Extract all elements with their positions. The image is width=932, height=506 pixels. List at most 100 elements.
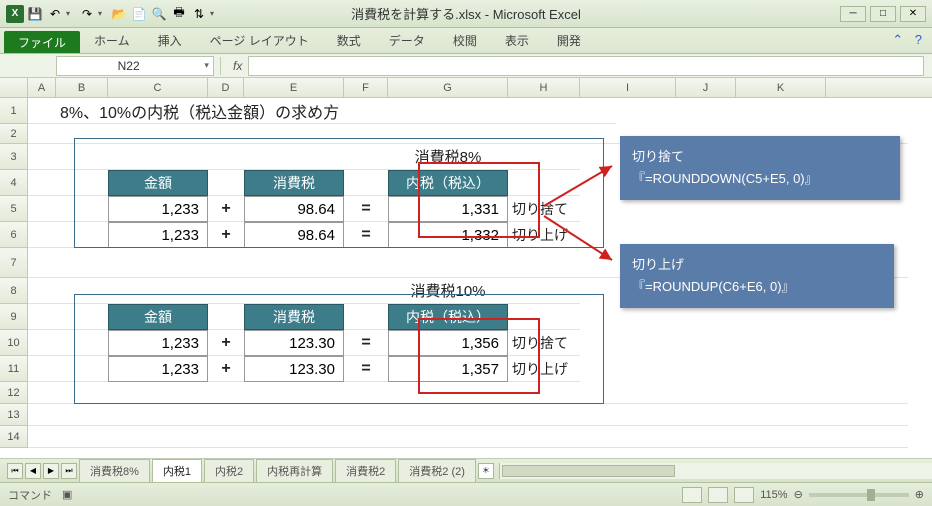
tab-formulas[interactable]: 数式 [323,28,375,53]
cell-plus[interactable]: + [208,196,244,222]
row-header[interactable]: 9 [0,304,28,330]
header-tax[interactable]: 消費税 [244,304,344,330]
sheet-tab[interactable]: 消費税8% [79,459,150,482]
cell-label[interactable]: 切り上げ [508,356,580,382]
sheet-nav-next[interactable]: ▶ [43,463,59,479]
cell-eq[interactable]: = [344,330,388,356]
view-layout-icon[interactable] [708,487,728,503]
qat-undo-icon[interactable]: ↶ [46,5,64,23]
cell-tax[interactable]: 123.30 [244,330,344,356]
cell-plus[interactable]: + [208,222,244,248]
cell[interactable] [56,170,108,196]
row-header[interactable]: 6 [0,222,28,248]
select-all-corner[interactable] [0,78,28,97]
cell-amount[interactable]: 1,233 [108,196,208,222]
col-header-F[interactable]: F [344,78,388,97]
cell-title[interactable]: 8%、10%の内税（税込金額）の求め方 [56,98,616,124]
qat-undo-drop[interactable]: ▾ [66,9,76,18]
cell[interactable] [28,222,56,248]
cell[interactable] [56,304,108,330]
row-header[interactable]: 8 [0,278,28,304]
row-header[interactable]: 13 [0,404,28,426]
row-header[interactable]: 1 [0,98,28,124]
cell[interactable] [208,278,244,304]
cell[interactable] [508,144,580,170]
qat-new-icon[interactable]: 📄 [130,5,148,23]
cell-amount[interactable]: 1,233 [108,330,208,356]
cell[interactable] [208,304,244,330]
cell[interactable] [108,144,208,170]
cell-label[interactable]: 切り上げ [508,222,580,248]
cell-section-title[interactable]: 消費税10% [388,278,508,304]
minimize-button[interactable]: ─ [840,6,866,22]
row-header[interactable]: 5 [0,196,28,222]
cell-incl[interactable]: 1,356 [388,330,508,356]
cell-eq[interactable]: = [344,356,388,382]
cell-amount[interactable]: 1,233 [108,356,208,382]
cell-label[interactable]: 切り捨て [508,330,580,356]
zoom-out-button[interactable]: ⊖ [794,488,803,501]
cell[interactable] [344,170,388,196]
qat-sort-icon[interactable]: ⇅ [190,5,208,23]
fx-icon[interactable]: fx [233,59,242,73]
cell[interactable] [28,196,56,222]
name-box-drop[interactable]: ▾ [200,60,213,71]
cell[interactable] [28,278,56,304]
maximize-button[interactable]: □ [870,6,896,22]
cell-plus[interactable]: + [208,356,244,382]
col-header-C[interactable]: C [108,78,208,97]
sheet-tab[interactable]: 内税再計算 [256,459,333,482]
qat-print-icon[interactable]: 🖶 [170,5,188,23]
tab-data[interactable]: データ [375,28,439,53]
cell[interactable] [56,222,108,248]
cell[interactable] [28,356,56,382]
cell[interactable] [344,278,388,304]
tab-developer[interactable]: 開発 [543,28,595,53]
macro-record-icon[interactable]: ▣ [62,488,72,501]
cell-eq[interactable]: = [344,222,388,248]
cell[interactable] [28,330,56,356]
col-header-H[interactable]: H [508,78,580,97]
cell[interactable] [108,278,208,304]
cell-section-title[interactable]: 消費税8% [388,144,508,170]
cell[interactable] [56,196,108,222]
cell[interactable] [28,404,908,426]
cell[interactable] [244,278,344,304]
col-header-D[interactable]: D [208,78,244,97]
zoom-in-button[interactable]: ⊕ [915,488,924,501]
cell[interactable] [28,144,56,170]
sheet-nav-first[interactable]: ⏮ [7,463,23,479]
cell-tax[interactable]: 98.64 [244,222,344,248]
row-header[interactable]: 14 [0,426,28,448]
sheet-nav-last[interactable]: ⏭ [61,463,77,479]
cell-eq[interactable]: = [344,196,388,222]
cell[interactable] [28,170,56,196]
header-incl[interactable]: 内税（税込） [388,304,508,330]
formula-input[interactable] [248,56,924,76]
cell[interactable] [56,330,108,356]
cell[interactable] [28,304,56,330]
view-break-icon[interactable] [734,487,754,503]
tab-view[interactable]: 表示 [491,28,543,53]
name-box[interactable] [57,59,200,73]
cell[interactable] [344,144,388,170]
sheet-tab[interactable]: 消費税2 (2) [398,459,476,482]
tab-insert[interactable]: 挿入 [144,28,196,53]
col-header-J[interactable]: J [676,78,736,97]
cell[interactable] [56,144,108,170]
cell[interactable] [28,382,908,404]
cell[interactable] [508,304,580,330]
cell-amount[interactable]: 1,233 [108,222,208,248]
qat-redo-drop[interactable]: ▾ [98,9,108,18]
row-header[interactable]: 3 [0,144,28,170]
row-header[interactable]: 10 [0,330,28,356]
cell-incl[interactable]: 1,331 [388,196,508,222]
col-header-B[interactable]: B [56,78,108,97]
row-header[interactable]: 11 [0,356,28,382]
row-header[interactable]: 2 [0,124,28,144]
col-header-E[interactable]: E [244,78,344,97]
close-button[interactable]: ✕ [900,6,926,22]
zoom-slider[interactable] [809,493,909,497]
qat-save-icon[interactable]: 💾 [26,5,44,23]
cell-tax[interactable]: 123.30 [244,356,344,382]
